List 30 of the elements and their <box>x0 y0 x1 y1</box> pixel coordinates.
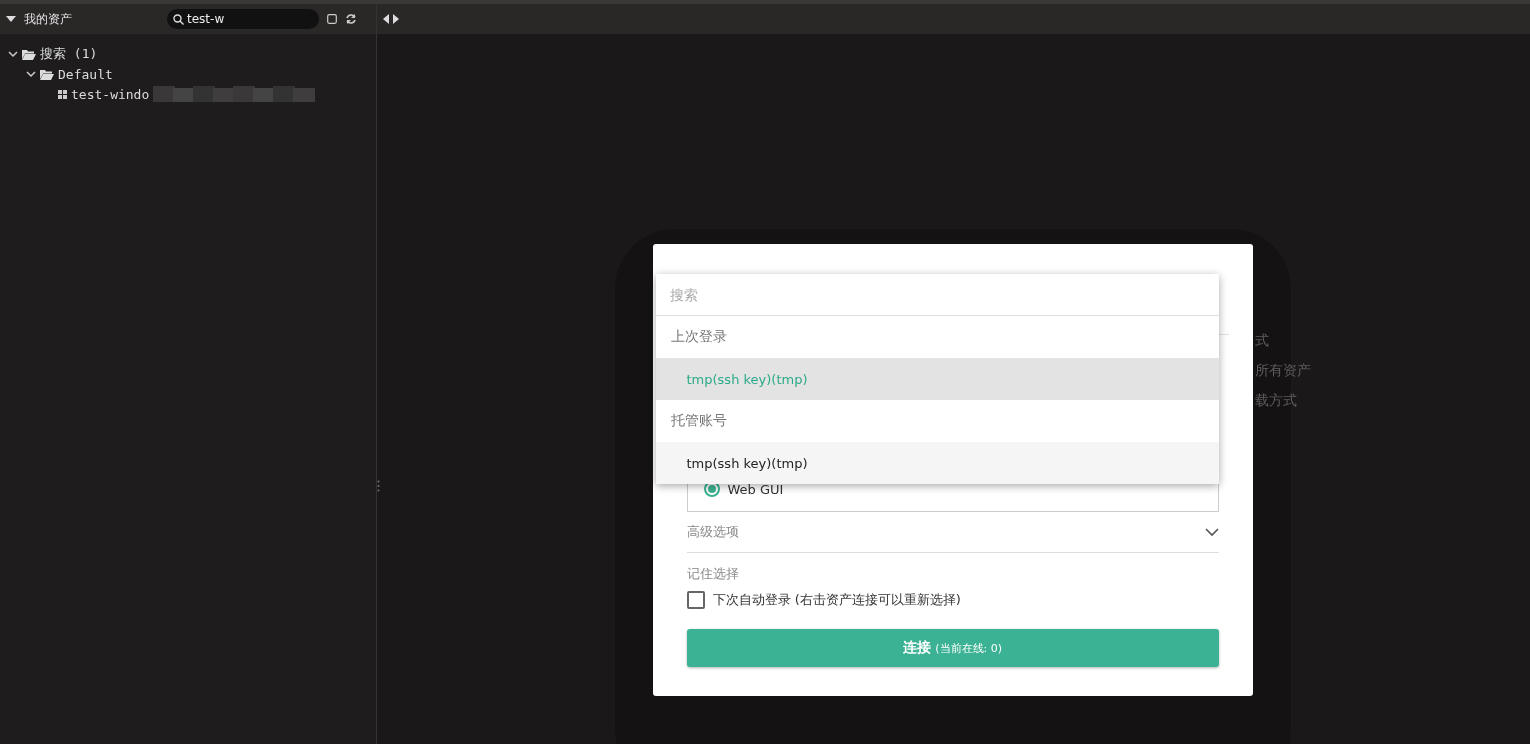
right-arrow-icon[interactable] <box>392 14 399 24</box>
panel-title: 我的资产 <box>24 10 73 28</box>
drag-handle-icon[interactable] <box>377 480 380 492</box>
square-icon[interactable] <box>327 14 337 24</box>
folder-icon <box>40 68 54 80</box>
group-title: 托管账号 <box>669 411 728 430</box>
tree-item[interactable]: Default <box>58 66 113 82</box>
caret-icon[interactable] <box>6 15 16 23</box>
search-field[interactable]: 搜索 <box>655 274 1219 316</box>
tree-item[interactable]: test-windo <box>71 86 150 102</box>
chevron-icon[interactable] <box>8 49 18 59</box>
menu-text: 所有资产 <box>1255 362 1311 380</box>
folder-icon <box>22 48 36 60</box>
tree-item[interactable]: 搜索 (1) <box>40 45 98 63</box>
search-input[interactable]: test-w <box>187 12 307 26</box>
left-arrow-icon[interactable] <box>383 14 390 24</box>
group-title: 上次登录 <box>669 327 728 346</box>
auto-login-checkbox[interactable] <box>686 591 705 609</box>
menu-text: 式 <box>1255 332 1270 350</box>
chevron-icon[interactable] <box>26 69 36 79</box>
advanced-options-label[interactable]: 高级选项 <box>686 523 739 541</box>
chevron-icon[interactable] <box>1204 527 1219 537</box>
refresh-icon[interactable] <box>345 13 357 25</box>
remember-label: 记住选择 <box>686 565 740 583</box>
auto-login-label: 下次自动登录 (右击资产连接可以重新选择) <box>712 591 961 609</box>
account-option[interactable]: tmp(ssh key)(tmp) <box>655 442 1219 484</box>
grid-icon <box>58 89 67 99</box>
menu-text: 载方式 <box>1255 392 1298 410</box>
search-icon <box>173 13 184 25</box>
search-field[interactable]: test-w <box>167 9 319 29</box>
